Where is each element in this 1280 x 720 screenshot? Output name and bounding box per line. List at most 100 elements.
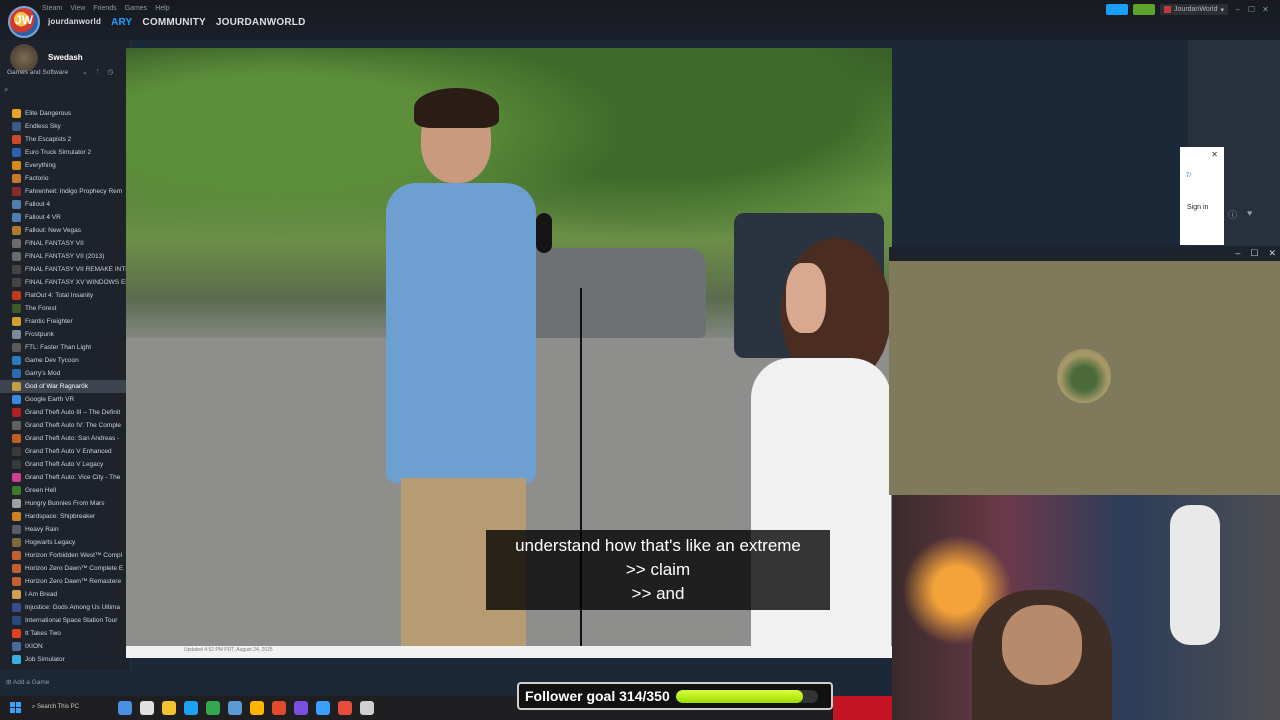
taskbar-app-icon[interactable] [228, 701, 242, 715]
main-nav: jourdanworld ARY COMMUNITY JOURDANWORLD [48, 17, 306, 28]
taskbar-app-icon[interactable] [250, 701, 264, 715]
taskbar-app-icon[interactable] [162, 701, 176, 715]
overlay-window[interactable]: – ☐ ✕ [889, 247, 1280, 495]
list-item[interactable]: FINAL FANTASY XV WINDOWS EI [0, 276, 128, 289]
close-icon[interactable]: ✕ [1211, 150, 1218, 159]
info-icon[interactable]: ⓘ [1228, 208, 1237, 221]
menu-friends[interactable]: Friends [93, 5, 116, 12]
list-item[interactable]: Grand Theft Auto III – The Definit [0, 406, 128, 419]
list-item[interactable]: The Escapists 2 [0, 133, 128, 146]
list-item[interactable]: Fallout 4 [0, 198, 128, 211]
maximize-icon[interactable]: ☐ [1250, 248, 1258, 259]
list-item[interactable]: Garry's Mod [0, 367, 128, 380]
taskbar-app-icon[interactable] [272, 701, 286, 715]
list-item[interactable]: Elite Dangerous [0, 107, 128, 120]
game-icon [12, 213, 21, 222]
list-item[interactable]: Green Hell [0, 484, 128, 497]
list-item[interactable]: FlatOut 4: Total Insanity [0, 289, 128, 302]
list-item[interactable]: Game Dev Tycoon [0, 354, 128, 367]
notifications-button[interactable] [1133, 4, 1156, 15]
game-icon [12, 460, 21, 469]
menu-view[interactable]: View [70, 5, 85, 12]
taskbar-app-icon[interactable] [118, 701, 132, 715]
list-item[interactable]: God of War Ragnarök [0, 380, 128, 393]
menu-games[interactable]: Games [125, 5, 148, 12]
taskbar-app-icon[interactable] [360, 701, 374, 715]
list-item[interactable]: Frostpunk [0, 328, 128, 341]
nav-user[interactable]: JOURDANWORLD [216, 17, 306, 28]
list-item[interactable]: Horizon Zero Dawn™ Complete E [0, 562, 128, 575]
taskbar-app-icon[interactable] [294, 701, 308, 715]
list-item[interactable]: FINAL FANTASY VII REMAKE INTE [0, 263, 128, 276]
list-item[interactable]: Euro Truck Simulator 2 [0, 146, 128, 159]
list-item[interactable]: Horizon Forbidden West™ Compl [0, 549, 128, 562]
sign-in-link[interactable]: Sign in [1187, 204, 1208, 211]
game-title: Hogwarts Legacy [25, 539, 76, 546]
taskbar-app-icon[interactable] [206, 701, 220, 715]
nav-library[interactable]: ARY [111, 17, 132, 28]
list-item[interactable]: FINAL FANTASY VII (2013) [0, 250, 128, 263]
game-title: Job Simulator [25, 656, 65, 663]
list-item[interactable]: Horizon Zero Dawn™ Remastere [0, 575, 128, 588]
add-game-button[interactable]: ⊞ Add a Game [6, 678, 49, 686]
list-item[interactable]: Heavy Rain [0, 523, 128, 536]
list-item[interactable]: Hungry Bunnies From Mars [0, 497, 128, 510]
minimize-icon[interactable]: – [1235, 248, 1240, 259]
game-icon [12, 265, 21, 274]
list-item[interactable]: FTL: Faster Than Light [0, 341, 128, 354]
sort-icon[interactable]: ↑ [96, 68, 100, 76]
list-item[interactable]: Grand Theft Auto V Enhanced [0, 445, 128, 458]
list-item[interactable]: The Forest [0, 302, 128, 315]
list-item[interactable]: I Am Bread [0, 588, 128, 601]
list-item[interactable]: IXION [0, 640, 128, 653]
minimize-icon[interactable]: – [1233, 5, 1242, 14]
video-player[interactable]: understand how that's like an extreme >>… [126, 48, 892, 646]
clock-icon[interactable]: ◷ [107, 68, 113, 76]
taskbar-search[interactable]: ⌕ Search This PC [32, 701, 104, 714]
maximize-icon[interactable]: ☐ [1247, 5, 1256, 14]
list-item[interactable]: Grand Theft Auto IV: The Comple [0, 419, 128, 432]
account-menu[interactable]: JourdanWorld ▾ [1160, 4, 1228, 15]
channel-logo[interactable]: JW [8, 6, 40, 38]
list-item[interactable]: Grand Theft Auto V Legacy [0, 458, 128, 471]
list-item[interactable]: Everything [0, 159, 128, 172]
game-title: Grand Theft Auto: Vice City - The [25, 474, 121, 481]
list-item[interactable]: Fallout 4 VR [0, 211, 128, 224]
list-item[interactable]: Hardspace: Shipbreaker [0, 510, 128, 523]
list-item[interactable]: Fahrenheit: Indigo Prophecy Rem [0, 185, 128, 198]
chevron-down-icon[interactable]: ⌄ [82, 68, 88, 76]
list-item[interactable]: Factorio [0, 172, 128, 185]
list-item[interactable]: Grand Theft Auto: Vice City - The [0, 471, 128, 484]
search-icon[interactable]: ⌕ [4, 85, 126, 95]
list-item[interactable]: International Space Station Tour [0, 614, 128, 627]
windows-start-icon[interactable] [10, 702, 21, 713]
close-icon[interactable]: ✕ [1261, 5, 1270, 14]
list-item[interactable]: Injustice: Gods Among Us Ultima [0, 601, 128, 614]
list-item[interactable]: Job Simulator [0, 653, 128, 666]
taskbar-app-icon[interactable] [184, 701, 198, 715]
list-item[interactable]: Endless Sky [0, 120, 128, 133]
taskbar-app-icon[interactable] [316, 701, 330, 715]
game-icon [12, 174, 21, 183]
list-item[interactable]: Grand Theft Auto: San Andreas - [0, 432, 128, 445]
game-title: The Forest [25, 305, 57, 312]
game-icon [12, 382, 21, 391]
list-item[interactable]: Frantic Freighter [0, 315, 128, 328]
browser-window[interactable]: ✕ 7/ Sign in [1180, 147, 1224, 245]
nav-profile[interactable]: jourdanworld [48, 17, 101, 28]
taskbar-app-icon[interactable] [338, 701, 352, 715]
game-icon [12, 525, 21, 534]
broadcast-button[interactable] [1106, 4, 1129, 15]
nav-community[interactable]: COMMUNITY [142, 17, 205, 28]
menu-steam[interactable]: Steam [42, 5, 62, 12]
category-dropdown[interactable]: Games and Software [7, 69, 68, 76]
list-item[interactable]: It Takes Two [0, 627, 128, 640]
heart-icon[interactable]: ♥ [1247, 208, 1252, 221]
list-item[interactable]: Google Earth VR [0, 393, 128, 406]
list-item[interactable]: Fallout: New Vegas [0, 224, 128, 237]
menu-help[interactable]: Help [155, 5, 169, 12]
close-icon[interactable]: ✕ [1268, 248, 1276, 259]
taskbar-app-icon[interactable] [140, 701, 154, 715]
list-item[interactable]: Hogwarts Legacy [0, 536, 128, 549]
list-item[interactable]: FINAL FANTASY VII [0, 237, 128, 250]
